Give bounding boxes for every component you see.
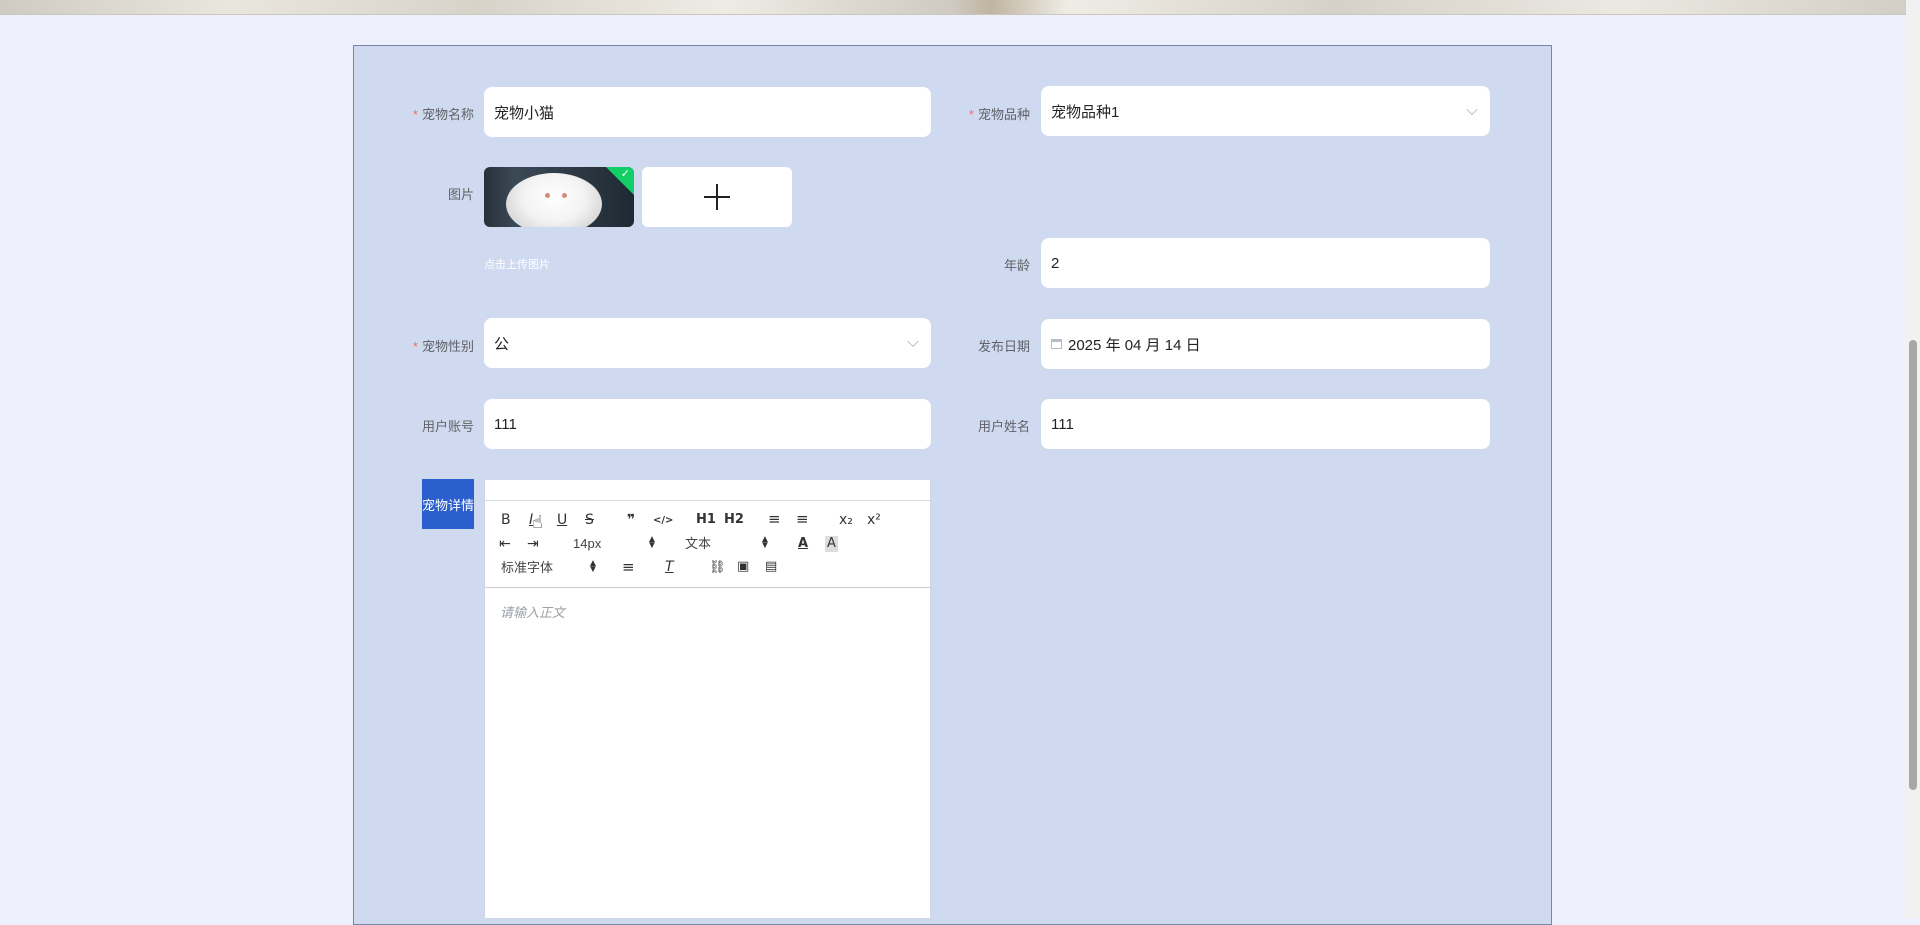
pet-name-label: * 宠物名称 bbox=[412, 107, 474, 122]
scrollbar-thumb[interactable] bbox=[1909, 340, 1917, 790]
pet-detail-label: 宠物详情 bbox=[422, 479, 474, 529]
font-color-icon[interactable]: A bbox=[798, 536, 808, 552]
chevron-down-icon bbox=[1466, 103, 1478, 116]
top-banner-strip bbox=[0, 0, 1906, 15]
chevron-down-icon bbox=[907, 335, 919, 348]
clear-format-icon[interactable]: T bbox=[665, 559, 674, 575]
age-label: 年龄 bbox=[1003, 258, 1030, 273]
cat-eye bbox=[562, 193, 567, 198]
cat-eye bbox=[545, 193, 550, 198]
page-scrollbar[interactable] bbox=[1906, 0, 1920, 918]
check-icon: ✓ bbox=[620, 168, 630, 180]
required-mark: * bbox=[968, 107, 974, 122]
blockquote-button[interactable]: ❞ bbox=[627, 512, 635, 528]
font-size-select[interactable]: 14px bbox=[573, 536, 601, 552]
header-type-updown-icon: ▲ ▼ bbox=[760, 534, 770, 551]
image-label: 图片 bbox=[447, 187, 474, 202]
editor-toolbar: B I U S ❞ </> H1 H2 ≡ ≡ x₂ x² ⇤ ⇥ 14px ▲… bbox=[485, 500, 930, 588]
superscript-button[interactable]: x² bbox=[867, 512, 881, 528]
rich-text-editor[interactable]: B I U S ❞ </> H1 H2 ≡ ≡ x₂ x² ⇤ ⇥ 14px ▲… bbox=[484, 479, 931, 919]
age-input[interactable]: 2 bbox=[1041, 238, 1490, 288]
pet-breed-select[interactable]: 宠物品种1 bbox=[1041, 86, 1490, 136]
cat-photo bbox=[506, 173, 602, 227]
font-size-updown-icon: ▲ ▼ bbox=[647, 534, 657, 551]
indent-button[interactable]: ⇥ bbox=[527, 536, 539, 552]
required-mark: * bbox=[412, 107, 418, 122]
strike-button[interactable]: S bbox=[585, 512, 594, 528]
ordered-list-button[interactable]: ≡ bbox=[768, 511, 781, 527]
calendar-icon bbox=[1051, 339, 1062, 349]
font-family-select[interactable]: 标准字体 bbox=[501, 560, 553, 576]
bullet-list-button[interactable]: ≡ bbox=[796, 511, 809, 527]
user-account-input[interactable]: 111 bbox=[484, 399, 931, 449]
align-icon[interactable]: ≡ bbox=[622, 559, 635, 575]
font-family-updown-icon: ▲ ▼ bbox=[588, 558, 598, 575]
image-icon[interactable]: ▣ bbox=[737, 559, 749, 575]
user-account-label: 用户账号 bbox=[421, 419, 474, 434]
link-icon[interactable]: ⛓ bbox=[709, 560, 726, 576]
image-upload-button[interactable] bbox=[642, 167, 792, 227]
publish-date-label: 发布日期 bbox=[977, 339, 1030, 354]
required-mark: * bbox=[412, 339, 418, 354]
user-name-label: 用户姓名 bbox=[977, 419, 1030, 434]
pet-breed-label: * 宠物品种 bbox=[968, 107, 1030, 122]
underline-button[interactable]: U bbox=[557, 512, 567, 528]
pet-gender-select[interactable]: 公 bbox=[484, 318, 931, 368]
editor-placeholder: 请输入正文 bbox=[500, 605, 566, 620]
upload-hint: 点击上传图片 bbox=[484, 259, 550, 271]
uploaded-pet-image[interactable]: ✓ bbox=[484, 167, 634, 227]
editor-top-bar bbox=[485, 480, 930, 501]
subscript-button[interactable]: x₂ bbox=[839, 512, 853, 528]
header-1-button[interactable]: H1 bbox=[696, 512, 716, 528]
video-icon[interactable]: ▤ bbox=[765, 559, 777, 575]
user-name-input[interactable]: 111 bbox=[1041, 399, 1490, 449]
background-color-icon[interactable]: A bbox=[825, 536, 838, 552]
header-type-select[interactable]: 文本 bbox=[685, 536, 711, 552]
pet-gender-label: * 宠物性别 bbox=[412, 339, 474, 354]
bold-button[interactable]: B bbox=[501, 512, 511, 528]
pet-name-input[interactable]: 宠物小猫 bbox=[484, 87, 931, 137]
header-2-button[interactable]: H2 bbox=[724, 512, 744, 528]
hand-cursor-icon: ☝ bbox=[532, 512, 543, 532]
plus-icon bbox=[716, 184, 718, 210]
code-block-button[interactable]: </> bbox=[653, 513, 673, 529]
outdent-button[interactable]: ⇤ bbox=[499, 536, 511, 552]
publish-date-picker[interactable]: 2025 年 04 月 14 日 bbox=[1041, 319, 1490, 369]
